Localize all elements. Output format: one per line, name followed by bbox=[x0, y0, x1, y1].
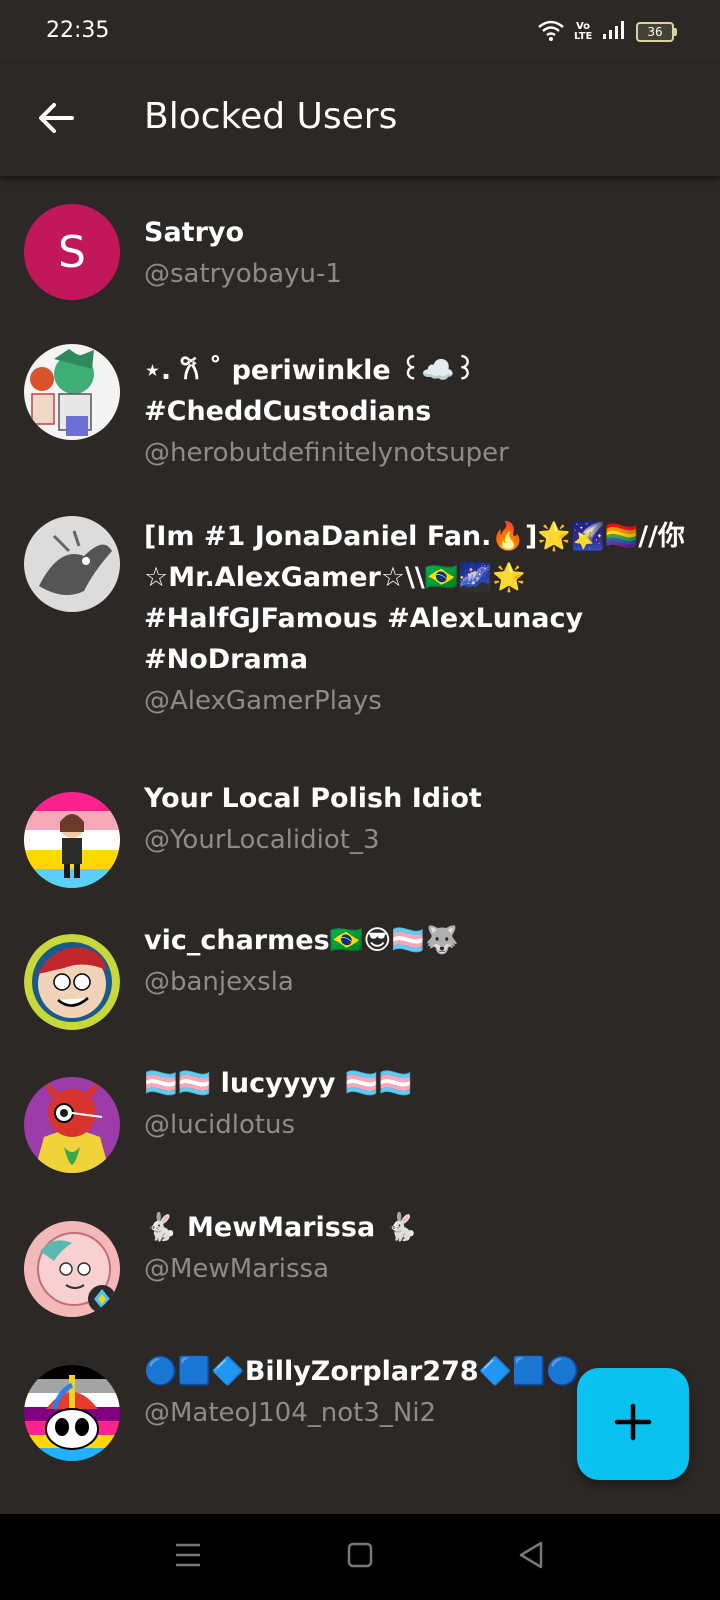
arrow-left-icon bbox=[38, 102, 74, 138]
add-blocked-user-button[interactable] bbox=[577, 1368, 689, 1480]
user-text: 🏳️‍⚧️🏳️‍⚧️ lucyyyy 🏳️‍⚧️🏳️‍⚧️ @lucidlotu… bbox=[144, 1063, 694, 1146]
user-text: ⋆. 𐙚 ˚ periwinkle ꒰☁️꒱ #CheddCustodians … bbox=[144, 350, 694, 474]
avatar bbox=[24, 344, 120, 440]
plus-icon bbox=[613, 1402, 653, 1446]
app-bar: Blocked Users bbox=[0, 64, 720, 176]
signal-icon bbox=[602, 20, 626, 44]
user-handle: @MewMarissa bbox=[144, 1254, 329, 1284]
user-text: Satryo @satryobayu-1 bbox=[144, 212, 694, 295]
avatar bbox=[24, 516, 120, 612]
battery-level: 36 bbox=[647, 25, 663, 39]
status-bar: 22:35 Vo LTE 36 bbox=[0, 0, 720, 64]
back-button[interactable] bbox=[26, 90, 86, 150]
status-icons: Vo LTE 36 bbox=[538, 18, 677, 46]
user-handle: @lucidlotus bbox=[144, 1110, 296, 1140]
avatar: S bbox=[24, 204, 120, 300]
home-square-icon bbox=[347, 1542, 373, 1572]
user-row-polish-idiot[interactable]: Your Local Polish Idiot @YourLocalidiot_… bbox=[0, 776, 720, 896]
user-row-periwinkle[interactable]: ⋆. 𐙚 ˚ periwinkle ꒰☁️꒱ #CheddCustodians … bbox=[0, 336, 720, 486]
avatar bbox=[24, 1077, 120, 1173]
home-button[interactable] bbox=[337, 1534, 383, 1580]
display-name: vic_charmes🇧🇷😎🏳️‍⚧️🐺 bbox=[144, 925, 459, 956]
page-title: Blocked Users bbox=[144, 96, 398, 137]
blocked-users-list: S Satryo @satryobayu-1 ⋆. 𐙚 ˚ periwinkle… bbox=[0, 176, 720, 1514]
user-row-satryo[interactable]: S Satryo @satryobayu-1 bbox=[0, 196, 720, 316]
display-name: ⋆. 𐙚 ˚ periwinkle ꒰☁️꒱ #CheddCustodians bbox=[144, 355, 476, 427]
user-text: vic_charmes🇧🇷😎🏳️‍⚧️🐺 @banjexsla bbox=[144, 920, 694, 1003]
avatar bbox=[24, 1365, 120, 1461]
avatar bbox=[24, 934, 120, 1030]
user-handle: @herobutdefinitelynotsuper bbox=[144, 438, 509, 468]
battery-icon: 36 bbox=[636, 22, 677, 42]
user-handle: @banjexsla bbox=[144, 967, 294, 997]
user-handle: @satryobayu-1 bbox=[144, 259, 342, 289]
user-handle: @YourLocalidiot_3 bbox=[144, 825, 380, 855]
status-time: 22:35 bbox=[46, 18, 110, 43]
user-text: 🐇 MewMarissa 🐇 @MewMarissa bbox=[144, 1207, 694, 1290]
avatar bbox=[24, 1221, 120, 1317]
user-handle: @AlexGamerPlays bbox=[144, 686, 382, 716]
menu-icon bbox=[174, 1542, 202, 1572]
display-name: [Im #1 JonaDaniel Fan.🔥]🌟🌠🏳️‍🌈//你 ☆Mr.Al… bbox=[144, 521, 685, 675]
user-row-lucyyyy[interactable]: 🏳️‍⚧️🏳️‍⚧️ lucyyyy 🏳️‍⚧️🏳️‍⚧️ @lucidlotu… bbox=[0, 1061, 720, 1191]
system-nav-bar bbox=[0, 1514, 720, 1600]
volte-indicator: Vo LTE bbox=[574, 21, 593, 42]
blocked-users-screen: 22:35 Vo LTE 36 Blocked Users S Satryo @… bbox=[0, 0, 720, 1600]
display-name: Your Local Polish Idiot bbox=[144, 783, 482, 814]
user-text: Your Local Polish Idiot @YourLocalidiot_… bbox=[144, 778, 694, 861]
back-triangle-icon bbox=[518, 1541, 544, 1573]
recents-button[interactable] bbox=[165, 1534, 211, 1580]
user-row-mewmarissa[interactable]: 🐇 MewMarissa 🐇 @MewMarissa bbox=[0, 1205, 720, 1335]
user-text: [Im #1 JonaDaniel Fan.🔥]🌟🌠🏳️‍🌈//你 ☆Mr.Al… bbox=[144, 516, 694, 722]
display-name: 🏳️‍⚧️🏳️‍⚧️ lucyyyy 🏳️‍⚧️🏳️‍⚧️ bbox=[144, 1068, 413, 1099]
user-row-vic-charmes[interactable]: vic_charmes🇧🇷😎🏳️‍⚧️🐺 @banjexsla bbox=[0, 916, 720, 1046]
avatar-letter: S bbox=[24, 204, 120, 300]
wifi-icon bbox=[538, 19, 564, 45]
avatar bbox=[24, 792, 120, 888]
display-name: Satryo bbox=[144, 217, 245, 248]
user-row-alexgamer[interactable]: [Im #1 JonaDaniel Fan.🔥]🌟🌠🏳️‍🌈//你 ☆Mr.Al… bbox=[0, 506, 720, 746]
system-back-button[interactable] bbox=[508, 1534, 554, 1580]
display-name: 🐇 MewMarissa 🐇 bbox=[144, 1212, 419, 1243]
